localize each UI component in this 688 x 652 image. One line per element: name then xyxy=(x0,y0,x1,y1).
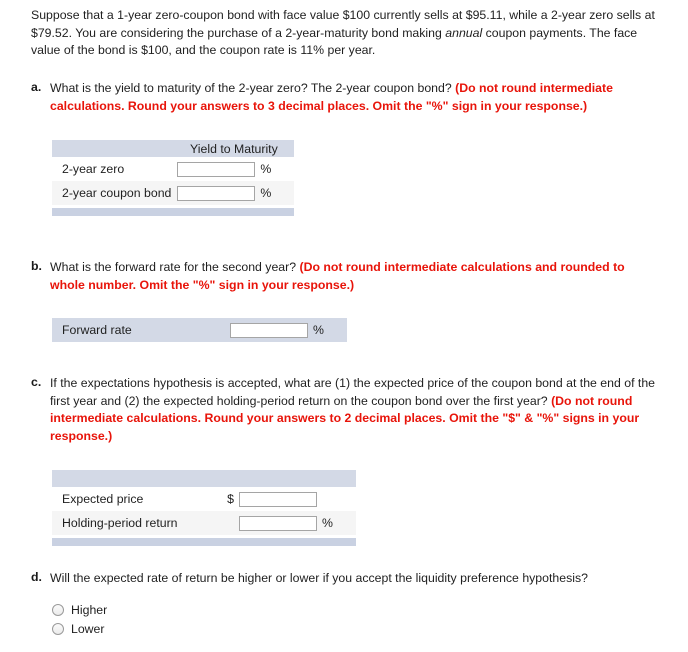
table-a-row1-unit: % xyxy=(255,181,295,207)
radio-higher-icon[interactable] xyxy=(52,603,64,616)
table-a-header-row: Yield to Maturity xyxy=(52,140,295,157)
table-c-header-row xyxy=(52,470,356,487)
table-a-row0-field-cell xyxy=(177,157,256,181)
option-lower[interactable]: Lower xyxy=(52,619,107,638)
table-c-row1-unit: % xyxy=(317,511,356,537)
option-higher[interactable]: Higher xyxy=(52,600,107,619)
question-b-text: What is the forward rate for the second … xyxy=(50,259,661,294)
table-a-footer-bar xyxy=(52,205,295,216)
question-d: d. Will the expected rate of return be h… xyxy=(31,570,661,588)
question-a-letter: a. xyxy=(31,80,42,94)
table-c-row1-currency-symbol xyxy=(218,511,239,537)
question-b-letter: b. xyxy=(31,259,42,273)
table-row: 2-year coupon bond % xyxy=(52,181,295,207)
table-a-row0-label: 2-year zero xyxy=(52,157,178,181)
table-c-row1-label: Holding-period return xyxy=(52,511,218,537)
table-a-row0-unit: % xyxy=(255,157,295,181)
question-c-text: If the expectations hypothesis is accept… xyxy=(50,375,661,445)
question-d-text: Will the expected rate of return be high… xyxy=(50,570,661,588)
table-a-row1-label: 2-year coupon bond xyxy=(52,181,178,207)
question-a-prompt: What is the yield to maturity of the 2-y… xyxy=(50,81,456,95)
question-b-prompt: What is the forward rate for the second … xyxy=(50,260,300,274)
table-c-header-spacer xyxy=(52,470,218,487)
table-a-row1-field-cell xyxy=(177,181,256,207)
problem-statement-italic-word: annual xyxy=(445,25,483,40)
expected-price-input[interactable] xyxy=(239,491,317,507)
question-c: c. If the expectations hypothesis is acc… xyxy=(31,375,661,445)
table-a-footer-cell xyxy=(52,205,295,216)
table-c-row0-field-cell xyxy=(239,487,317,511)
option-higher-label: Higher xyxy=(71,602,108,617)
exercise-page: Suppose that a 1-year zero-coupon bond w… xyxy=(0,0,688,652)
table-c-row0-unit xyxy=(317,487,356,511)
question-d-letter: d. xyxy=(31,570,42,584)
problem-statement: Suppose that a 1-year zero-coupon bond w… xyxy=(31,7,656,60)
yield-2-year-coupon-bond-input[interactable] xyxy=(177,185,256,201)
table-b-row0-label: Forward rate xyxy=(52,318,230,342)
table-row: Forward rate % xyxy=(52,318,347,342)
table-b-row0-field-cell xyxy=(230,318,308,342)
table-c-footer-bar xyxy=(52,535,356,546)
table-row: Holding-period return % xyxy=(52,511,356,537)
table-a-header-spacer xyxy=(52,140,178,157)
answer-table-b: Forward rate % xyxy=(52,318,347,342)
answer-table-a: Yield to Maturity 2-year zero % 2-year c… xyxy=(52,140,295,216)
table-c-header-label xyxy=(218,470,356,487)
option-lower-label: Lower xyxy=(71,621,105,636)
table-row: 2-year zero % xyxy=(52,157,295,181)
table-c-row0-label: Expected price xyxy=(52,487,218,511)
question-a-text: What is the yield to maturity of the 2-y… xyxy=(50,80,661,115)
radio-lower-icon[interactable] xyxy=(52,622,64,635)
question-a: a. What is the yield to maturity of the … xyxy=(31,80,661,115)
question-c-letter: c. xyxy=(31,375,42,389)
table-c-footer-cell xyxy=(52,535,356,546)
table-a-header-label: Yield to Maturity xyxy=(177,140,295,157)
question-b: b. What is the forward rate for the seco… xyxy=(31,259,661,294)
table-row: Expected price $ xyxy=(52,487,356,511)
forward-rate-input[interactable] xyxy=(230,322,308,338)
question-d-prompt: Will the expected rate of return be high… xyxy=(50,571,588,585)
question-d-options: Higher Lower xyxy=(52,600,107,638)
yield-2-year-zero-input[interactable] xyxy=(177,161,256,177)
table-c-row0-currency-symbol: $ xyxy=(218,487,239,511)
answer-table-c: Expected price $ Holding-period return % xyxy=(52,470,356,546)
holding-period-return-input[interactable] xyxy=(239,515,317,531)
table-b-row0-unit: % xyxy=(308,318,347,342)
table-c-row1-field-cell xyxy=(239,511,317,537)
